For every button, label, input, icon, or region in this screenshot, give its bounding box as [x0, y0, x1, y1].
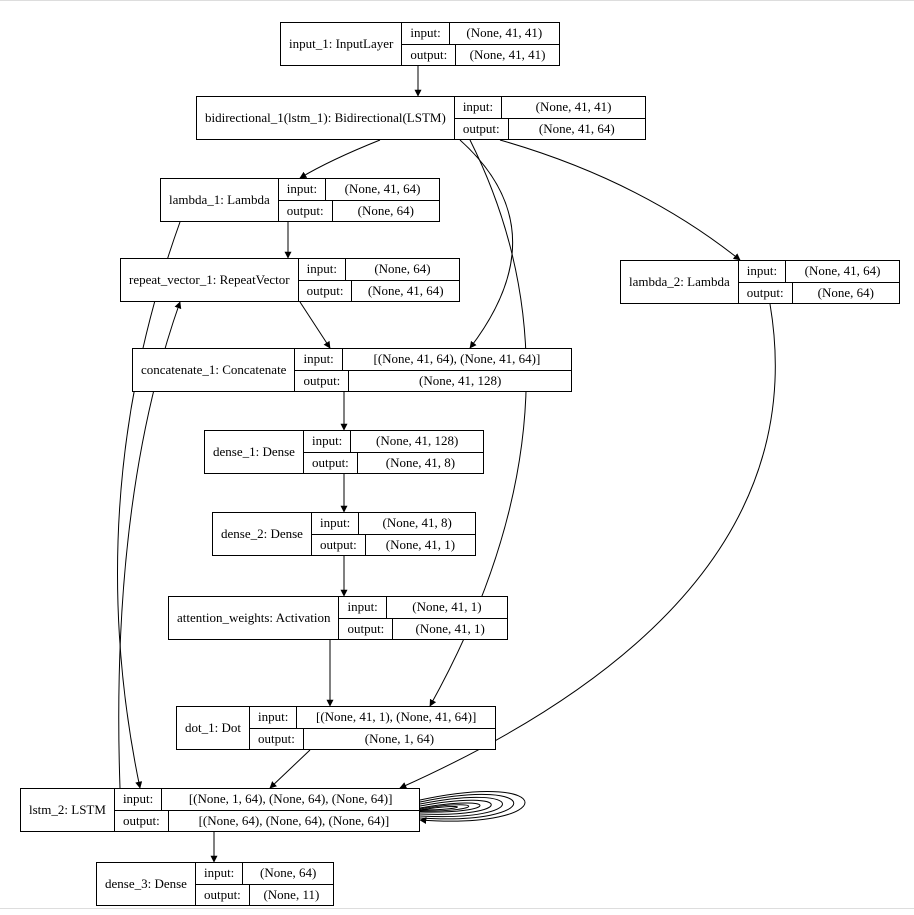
- node-name: lstm_2: LSTM: [21, 789, 115, 831]
- io-output-label: output:: [739, 283, 793, 304]
- output-shape: (None, 41, 1): [366, 535, 475, 556]
- node-name: dense_2: Dense: [213, 513, 312, 555]
- output-shape: (None, 64): [793, 283, 899, 304]
- node-name: attention_weights: Activation: [169, 597, 339, 639]
- io-output-label: output:: [299, 281, 353, 302]
- output-shape: (None, 64): [333, 201, 439, 222]
- io-output-label: output:: [402, 45, 456, 66]
- io-input-label: input:: [455, 97, 502, 118]
- output-shape: (None, 41, 1): [393, 619, 507, 640]
- input-shape: (None, 41, 41): [450, 23, 559, 44]
- node-attention-weights: attention_weights: Activation input:(Non…: [168, 596, 508, 640]
- io-output-label: output:: [339, 619, 393, 640]
- input-shape: [(None, 41, 1), (None, 41, 64)]: [297, 707, 495, 728]
- io-input-label: input:: [250, 707, 297, 728]
- io-output-label: output:: [295, 371, 349, 392]
- input-shape: (None, 41, 128): [351, 431, 483, 452]
- node-input-1: input_1: InputLayer input:(None, 41, 41)…: [280, 22, 560, 66]
- node-bidirectional-1: bidirectional_1(lstm_1): Bidirectional(L…: [196, 96, 646, 140]
- node-dense-2: dense_2: Dense input:(None, 41, 8) outpu…: [212, 512, 476, 556]
- io-output-label: output:: [115, 811, 169, 832]
- io-input-label: input:: [196, 863, 243, 884]
- io-input-label: input:: [739, 261, 786, 282]
- node-name: dot_1: Dot: [177, 707, 250, 749]
- node-name: lambda_1: Lambda: [161, 179, 279, 221]
- io-input-label: input:: [402, 23, 449, 44]
- node-dot-1: dot_1: Dot input:[(None, 41, 1), (None, …: [176, 706, 496, 750]
- io-input-label: input:: [299, 259, 346, 280]
- node-lambda-1: lambda_1: Lambda input:(None, 41, 64) ou…: [160, 178, 440, 222]
- node-name: dense_3: Dense: [97, 863, 196, 905]
- node-name: concatenate_1: Concatenate: [133, 349, 295, 391]
- diagram-canvas: input_1: InputLayer input:(None, 41, 41)…: [0, 0, 914, 915]
- io-output-label: output:: [279, 201, 333, 222]
- io-input-label: input:: [304, 431, 351, 452]
- input-shape: (None, 41, 64): [326, 179, 439, 200]
- node-name: repeat_vector_1: RepeatVector: [121, 259, 299, 301]
- node-name: bidirectional_1(lstm_1): Bidirectional(L…: [197, 97, 455, 139]
- node-dense-3: dense_3: Dense input:(None, 64) output:(…: [96, 862, 334, 906]
- input-shape: (None, 41, 1): [387, 597, 507, 618]
- io-output-label: output:: [312, 535, 366, 556]
- node-dense-1: dense_1: Dense input:(None, 41, 128) out…: [204, 430, 484, 474]
- input-shape: (None, 41, 41): [502, 97, 645, 118]
- io-output-label: output:: [250, 729, 304, 750]
- bottom-divider: [0, 908, 914, 909]
- input-shape: (None, 41, 8): [359, 513, 475, 534]
- output-shape: (None, 11): [250, 885, 333, 906]
- io-input-label: input:: [115, 789, 162, 810]
- output-shape: (None, 1, 64): [304, 729, 495, 750]
- input-shape: (None, 41, 64): [786, 261, 899, 282]
- io-output-label: output:: [196, 885, 250, 906]
- io-output-label: output:: [304, 453, 358, 474]
- output-shape: (None, 41, 128): [349, 371, 571, 392]
- io-input-label: input:: [339, 597, 386, 618]
- node-repeat-vector-1: repeat_vector_1: RepeatVector input:(Non…: [120, 258, 460, 302]
- node-lambda-2: lambda_2: Lambda input:(None, 41, 64) ou…: [620, 260, 900, 304]
- io-output-label: output:: [455, 119, 509, 140]
- output-shape: (None, 41, 64): [509, 119, 645, 140]
- input-shape: [(None, 1, 64), (None, 64), (None, 64)]: [162, 789, 419, 810]
- node-name: dense_1: Dense: [205, 431, 304, 473]
- output-shape: (None, 41, 41): [456, 45, 559, 66]
- node-name: input_1: InputLayer: [281, 23, 402, 65]
- node-lstm-2: lstm_2: LSTM input:[(None, 1, 64), (None…: [20, 788, 420, 832]
- node-concatenate-1: concatenate_1: Concatenate input:[(None,…: [132, 348, 572, 392]
- io-input-label: input:: [295, 349, 342, 370]
- output-shape: (None, 41, 64): [352, 281, 459, 302]
- input-shape: [(None, 41, 64), (None, 41, 64)]: [343, 349, 571, 370]
- input-shape: (None, 64): [243, 863, 333, 884]
- input-shape: (None, 64): [346, 259, 459, 280]
- io-input-label: input:: [279, 179, 326, 200]
- node-name: lambda_2: Lambda: [621, 261, 739, 303]
- output-shape: [(None, 64), (None, 64), (None, 64)]: [169, 811, 419, 832]
- io-input-label: input:: [312, 513, 359, 534]
- top-divider: [0, 0, 914, 1]
- output-shape: (None, 41, 8): [358, 453, 483, 474]
